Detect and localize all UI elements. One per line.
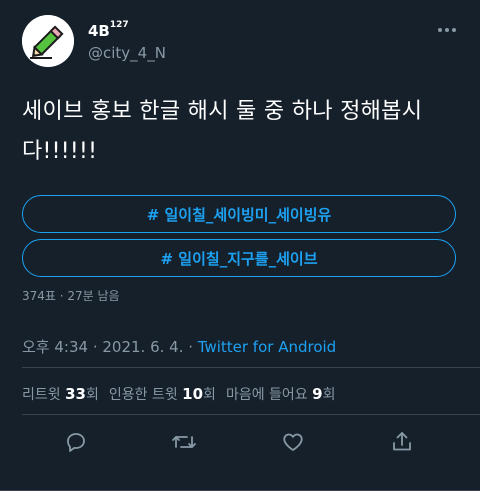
poll-option-1[interactable]: # 일이칠_세이빙미_세이빙유 (22, 195, 456, 233)
quotes-suffix: 회 (203, 387, 216, 403)
retweets-count: 33 (65, 385, 86, 403)
likes-label: 마음에 들어요 (225, 387, 308, 403)
likes-stat[interactable]: 마음에 들어요 9회 (225, 385, 336, 403)
tweet-text-line: 다!!!!!! (22, 139, 98, 164)
divider (22, 414, 480, 415)
more-icon[interactable] (436, 22, 458, 38)
quotes-stat[interactable]: 인용한 트윗 10회 (108, 385, 216, 403)
retweet-icon[interactable] (170, 428, 198, 456)
tweet-stats: 리트윗 33회 인용한 트윗 10회 마음에 들어요 9회 (22, 384, 335, 404)
user-handle[interactable]: @city_4_N (88, 44, 166, 62)
pencil-icon (22, 15, 74, 67)
avatar[interactable] (22, 15, 74, 67)
display-name-text: 4B (88, 22, 110, 40)
timestamp-date: 오후 4:34 · 2021. 6. 4. · (22, 338, 198, 356)
retweets-label: 리트윗 (22, 387, 61, 403)
client-link[interactable]: Twitter for Android (198, 338, 336, 356)
retweets-suffix: 회 (85, 387, 99, 403)
divider (22, 367, 480, 368)
share-icon[interactable] (388, 428, 416, 456)
timestamp: 오후 4:34 · 2021. 6. 4. · Twitter for Andr… (22, 336, 336, 357)
tweet-text-line: 세이브 홍보 한글 해시 둘 중 하나 정해봅시 (22, 99, 423, 124)
retweets-stat[interactable]: 리트윗 33회 (22, 385, 99, 403)
poll-option-2[interactable]: # 일이칠_지구를_세이브 (22, 239, 456, 277)
tweet-text: 세이브 홍보 한글 해시 둘 중 하나 정해봅시 다!!!!!! (22, 92, 462, 172)
display-name-superscript: 127 (109, 20, 129, 30)
likes-count: 9 (312, 385, 323, 403)
display-name[interactable]: 4B127 (88, 20, 129, 40)
poll-meta: 374표 · 27분 남음 (22, 289, 120, 303)
heart-icon[interactable] (279, 428, 307, 456)
quotes-count: 10 (182, 385, 204, 403)
tweet-actions (0, 428, 480, 458)
likes-suffix: 회 (322, 387, 336, 403)
reply-icon[interactable] (62, 428, 90, 456)
quotes-label: 인용한 트윗 (108, 387, 178, 403)
